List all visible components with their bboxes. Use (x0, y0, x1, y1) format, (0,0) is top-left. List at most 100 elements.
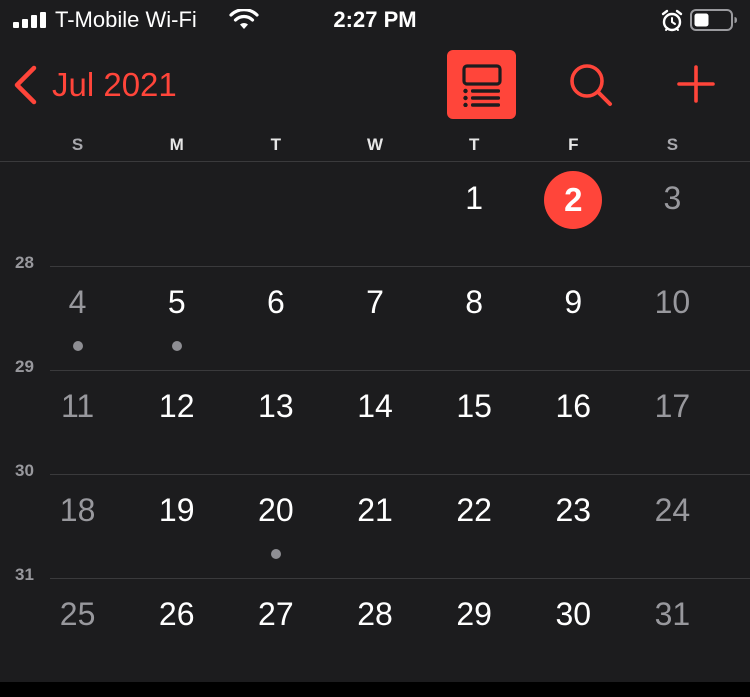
day-number: 26 (158, 596, 195, 632)
day-cell[interactable]: 25 (28, 578, 127, 682)
week-days: 25 26 27 28 29 30 31 (28, 578, 722, 682)
day-cell[interactable]: 3 (623, 162, 722, 266)
day-cell[interactable]: 16 (524, 370, 623, 474)
day-number: 1 (465, 180, 484, 216)
day-cell[interactable]: 26 (127, 578, 226, 682)
navigation-bar: Jul 2021 (0, 42, 750, 128)
day-cell[interactable]: 5 (127, 266, 226, 370)
day-cell[interactable] (325, 162, 424, 266)
day-cell[interactable]: 27 (226, 578, 325, 682)
week-days: 18 19 20 21 22 23 24 (28, 474, 722, 578)
weekday-wed: W (366, 135, 384, 154)
day-number: 5 (167, 284, 186, 320)
day-cell[interactable] (127, 162, 226, 266)
day-cell[interactable]: 21 (325, 474, 424, 578)
day-number: 18 (59, 492, 96, 528)
day-cell[interactable]: 9 (524, 266, 623, 370)
battery-icon (690, 9, 737, 31)
month-label: Jul 2021 (52, 66, 177, 103)
day-cell[interactable]: 14 (325, 370, 424, 474)
week-days: 1 2 3 (28, 162, 722, 266)
weekday-header: S M T W T F S (0, 128, 750, 162)
day-cell[interactable]: 22 (425, 474, 524, 578)
day-number: 9 (564, 284, 583, 320)
day-cell[interactable]: 24 (623, 474, 722, 578)
day-cell[interactable]: 23 (524, 474, 623, 578)
weekday-mon: M (169, 135, 184, 154)
day-cell[interactable]: 6 (226, 266, 325, 370)
day-cell[interactable]: 19 (127, 474, 226, 578)
day-number: 20 (258, 492, 294, 528)
event-dot (270, 549, 281, 559)
day-cell[interactable]: 11 (28, 370, 127, 474)
day-cell[interactable]: 1 (425, 162, 524, 266)
day-number: 14 (357, 388, 393, 424)
day-number: 25 (59, 596, 96, 632)
day-number: 28 (357, 596, 393, 632)
week-days: 4 5 6 7 8 9 10 (28, 266, 722, 370)
day-number: 13 (258, 388, 294, 424)
week-row: 31 25 26 27 28 29 30 31 (0, 565, 750, 682)
month-grid: 1 2 3 28 4 5 6 7 8 9 10 29 11 12 13 14 1… (0, 162, 750, 682)
day-number: 24 (654, 492, 691, 528)
day-number: 30 (555, 596, 592, 632)
day-cell[interactable]: 13 (226, 370, 325, 474)
day-number: 10 (654, 284, 691, 320)
day-number: 6 (266, 284, 285, 320)
day-cell[interactable]: 28 (325, 578, 424, 682)
day-cell[interactable]: 29 (425, 578, 524, 682)
day-number: 8 (465, 284, 484, 320)
day-number: 4 (68, 284, 87, 320)
day-number: 17 (654, 388, 691, 424)
day-cell[interactable] (28, 162, 127, 266)
back-button[interactable]: Jul 2021 (12, 62, 177, 108)
day-cell[interactable]: 12 (127, 370, 226, 474)
week-days: 11 12 13 14 15 16 17 (28, 370, 722, 474)
day-number: 23 (555, 492, 592, 528)
chevron-left-icon (14, 65, 37, 105)
list-view-button[interactable] (447, 50, 516, 119)
week-row: 28 4 5 6 7 8 9 10 (0, 253, 750, 370)
day-number: 29 (456, 596, 492, 632)
day-cell[interactable]: 7 (325, 266, 424, 370)
day-number: 27 (258, 596, 294, 632)
day-cell[interactable]: 31 (623, 578, 722, 682)
day-cell[interactable]: 8 (425, 266, 524, 370)
search-icon[interactable] (567, 61, 615, 109)
day-number: 16 (555, 388, 592, 424)
calendar-screen: T-Mobile Wi-Fi 2:27 PM Jul 2021 S M T W … (0, 0, 750, 697)
today-day-number: 2 (544, 171, 603, 229)
day-cell[interactable]: 10 (623, 266, 722, 370)
day-cell[interactable]: 20 (226, 474, 325, 578)
day-number: 15 (456, 388, 492, 424)
weekday-sat: S (666, 135, 679, 154)
day-cell[interactable]: 15 (425, 370, 524, 474)
day-number: 11 (60, 388, 95, 424)
status-bar: T-Mobile Wi-Fi 2:27 PM (0, 0, 750, 42)
list-view-icon (461, 63, 502, 107)
day-number: 19 (158, 492, 195, 528)
week-row: 30 18 19 20 21 22 23 24 (0, 461, 750, 578)
day-cell[interactable]: 30 (524, 578, 623, 682)
bottom-strip (0, 682, 750, 697)
day-cell[interactable]: 4 (28, 266, 127, 370)
add-icon[interactable] (676, 64, 716, 104)
day-cell[interactable]: 17 (623, 370, 722, 474)
day-number: 22 (456, 492, 492, 528)
week-row: 29 11 12 13 14 15 16 17 (0, 357, 750, 474)
status-time: 2:27 PM (333, 7, 417, 32)
event-dot (72, 341, 83, 351)
weekday-tue: T (270, 135, 282, 154)
event-dot (171, 341, 182, 351)
day-cell-today[interactable]: 2 (524, 162, 623, 266)
day-number: 3 (663, 180, 682, 216)
day-number: 21 (357, 492, 393, 528)
day-number: 31 (654, 596, 691, 632)
day-cell[interactable] (226, 162, 325, 266)
week-row: 1 2 3 (0, 162, 750, 266)
header: T-Mobile Wi-Fi 2:27 PM Jul 2021 S M T W … (0, 0, 750, 162)
day-cell[interactable]: 18 (28, 474, 127, 578)
day-number: 7 (366, 284, 384, 320)
day-number: 12 (158, 388, 195, 424)
weekday-fri: F (568, 135, 579, 154)
